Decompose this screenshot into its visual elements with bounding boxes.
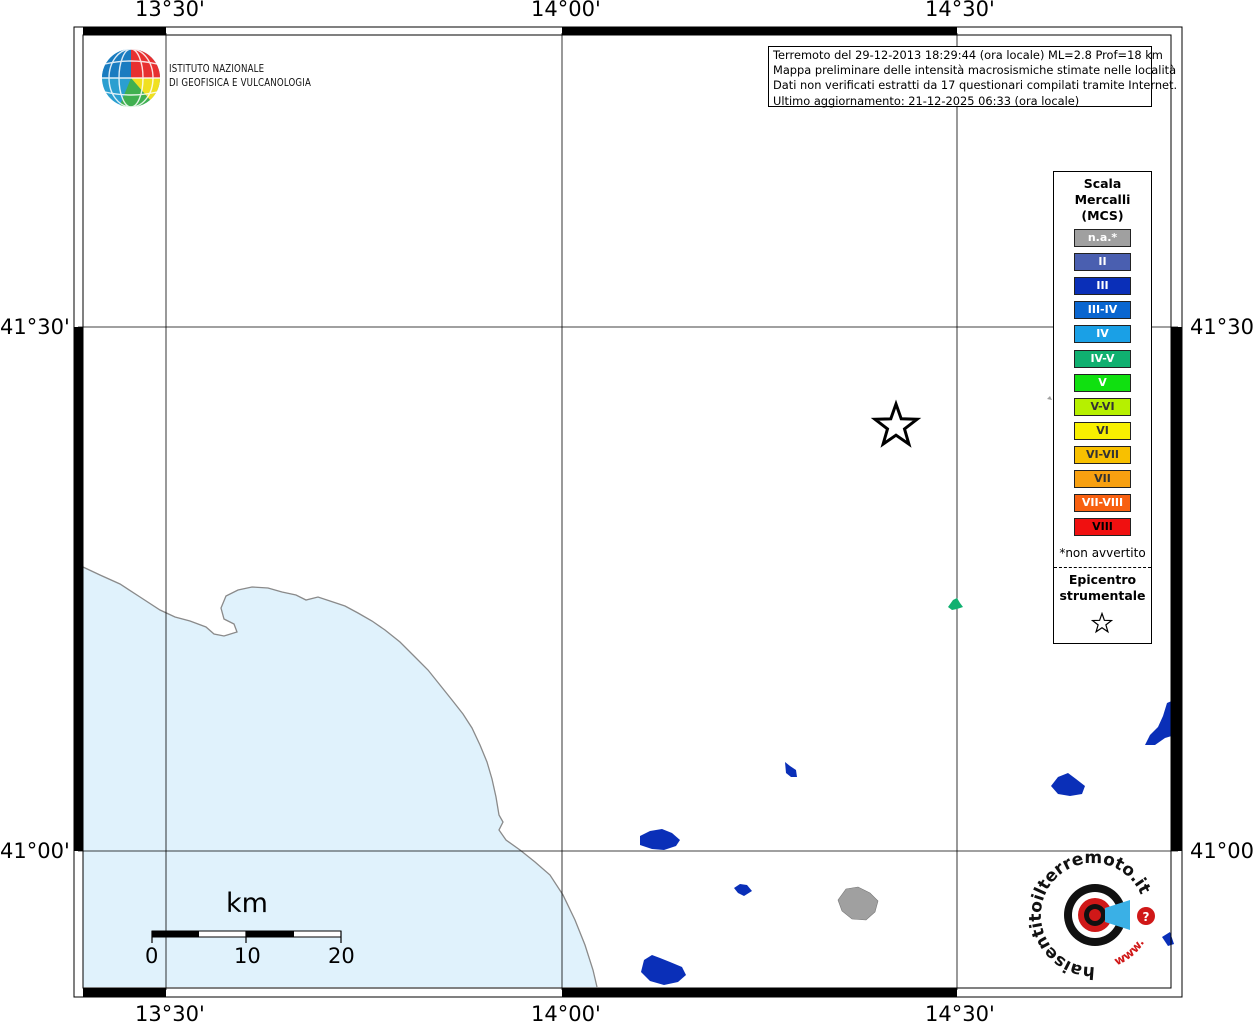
legend-title-line: Mercalli <box>1074 192 1131 207</box>
legend-swatch: VI <box>1074 421 1131 440</box>
lat-label-right: 41°30' <box>1190 315 1255 339</box>
legend-title-line: (MCS) <box>1081 208 1124 223</box>
legend-swatch: VII <box>1074 470 1131 488</box>
legend-epicenter-label: Epicentro strumentale <box>1054 572 1151 604</box>
legend-swatch: VIII <box>1074 518 1131 537</box>
ingv-logo-text: ISTITUTO NAZIONALE DI GEOFISICA E VULCAN… <box>169 63 311 90</box>
locality-intensity-iii <box>1051 773 1085 796</box>
locality-intensity-iii <box>734 884 752 896</box>
event-info-box: Terremoto del 29-12-2013 18:29:44 (ora l… <box>768 46 1178 108</box>
scale-tick-label: 10 <box>234 944 261 968</box>
scale-unit: km <box>226 888 268 919</box>
legend-swatch: II <box>1074 253 1131 272</box>
haisentito-text: haisentitoilterremoto.it www. <box>1026 848 1155 982</box>
lat-label-left: 41°30' <box>0 315 70 339</box>
legend-note: *non avvertito <box>1059 546 1146 560</box>
lat-label-left: 41°00' <box>0 839 70 863</box>
legend-epicenter-line: Epicentro <box>1068 572 1137 587</box>
event-info-line: Terremoto del 29-12-2013 18:29:44 (ora l… <box>773 48 1163 62</box>
epicenter-star <box>870 399 922 448</box>
ingv-logo-line: DI GEOFISICA E VULCANOLOGIA <box>169 76 312 89</box>
legend-swatch: V <box>1074 373 1131 392</box>
legend-epicenter-line: strumentale <box>1059 588 1146 603</box>
locality-intensity-na <box>1047 396 1052 400</box>
lon-label-top: 14°00' <box>531 0 601 21</box>
legend-swatch: IV-V <box>1074 349 1131 368</box>
lon-label-top: 14°30' <box>925 0 995 21</box>
mcs-legend: Scala Mercalli (MCS) n.a.* II III III-IV IV I… <box>1053 171 1152 644</box>
legend-star-icon <box>1091 612 1113 634</box>
locality-intensity-iii <box>640 829 680 850</box>
sea-area <box>83 567 597 987</box>
ingv-globe-logo <box>102 48 161 108</box>
event-info-line: Ultimo aggiornamento: 21-12-2025 06:33 (… <box>773 93 1080 108</box>
legend-divider <box>1054 567 1151 568</box>
scale-tick-label: 20 <box>328 944 355 968</box>
lon-label-top: 13°30' <box>135 0 205 21</box>
locality-intensity-na <box>837 886 879 921</box>
legend-swatch: III-IV <box>1074 301 1131 320</box>
legend-title-line: Scala <box>1083 176 1122 191</box>
legend-swatch: VII-VIII <box>1074 494 1131 513</box>
scale-tick-label: 0 <box>145 944 159 968</box>
legend-swatch: IV <box>1074 325 1131 344</box>
haisentito-prefix: www. <box>1112 936 1147 968</box>
ingv-logo-line: ISTITUTO NAZIONALE <box>169 63 265 75</box>
legend-swatch: III <box>1074 277 1131 296</box>
lon-label-bottom: 13°30' <box>135 1002 205 1026</box>
lon-label-bottom: 14°00' <box>531 1002 601 1026</box>
lon-label-bottom: 14°30' <box>925 1002 995 1026</box>
locality-intensity-iii <box>641 955 686 985</box>
lat-label-right: 41°00' <box>1190 839 1255 863</box>
locality-intensity-iv-v <box>948 598 963 610</box>
legend-swatch: V-VI <box>1074 397 1131 416</box>
event-info-line: Mappa preliminare delle intensità macros… <box>773 63 1177 78</box>
event-info-line: Dati non verificati estratti da 17 quest… <box>773 78 1178 93</box>
legend-swatch: n.a.* <box>1074 229 1131 247</box>
legend-title: Scala Mercalli (MCS) <box>1054 176 1151 224</box>
legend-swatch: VI-VII <box>1074 445 1131 464</box>
haisentito-url: haisentitoilterremoto.it <box>1026 848 1155 982</box>
locality-intensity-iii <box>785 762 797 777</box>
